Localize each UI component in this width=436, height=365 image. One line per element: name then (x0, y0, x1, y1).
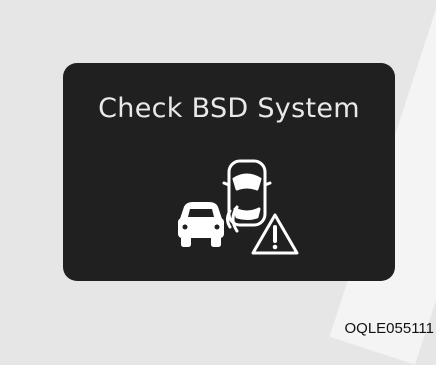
warning-triangle-icon (251, 213, 299, 255)
bsd-illustration (178, 159, 299, 255)
car-rear-icon (222, 159, 272, 227)
cluster-display-panel: Check BSD System (63, 63, 395, 281)
figure-code: OQLE055111 (344, 320, 434, 337)
car-side-icon (178, 202, 224, 247)
display-message: Check BSD System (98, 93, 360, 124)
radar-waves-icon (226, 205, 239, 233)
